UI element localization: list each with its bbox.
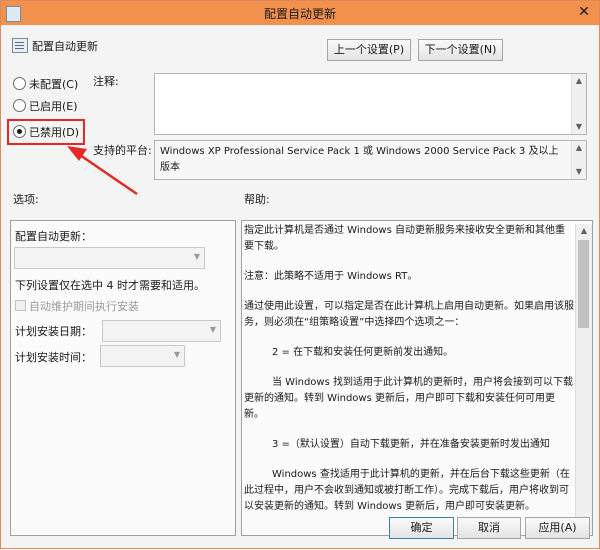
- policy-dialog: 配置自动更新 ✕ 配置自动更新 上一个设置(P) 下一个设置(N) 未配置(C)…: [0, 0, 600, 549]
- arrow-shaft: [76, 151, 138, 196]
- annotation-arrow: [67, 146, 138, 196]
